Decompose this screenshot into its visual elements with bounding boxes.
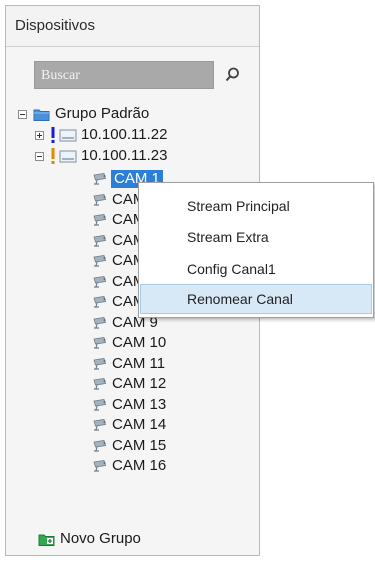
camera-label: CAM 11 [112,355,166,372]
dvr-device-icon [59,129,77,141]
group-label: Grupo Padrão [55,105,150,122]
camera-label: CAM 16 [112,457,167,474]
camera-icon [93,296,107,308]
tree-item-camera[interactable]: CAM 13 [91,395,166,415]
camera-icon [93,378,107,390]
camera-icon [93,460,107,472]
collapse-toggle[interactable] [35,151,44,161]
add-folder-icon [38,534,55,546]
camera-icon [93,358,107,370]
camera-icon [93,194,107,206]
tree-item-camera[interactable]: CAM 11 [91,354,165,374]
context-menu: Stream Principal Stream Extra Config Can… [138,182,374,318]
menu-item-stream-principal[interactable]: Stream Principal [140,191,372,221]
camera-label: CAM 12 [112,375,167,392]
tree-item-device[interactable]: 10.100.11.23 [35,146,167,166]
camera-icon [93,214,107,226]
search-button[interactable] [217,61,247,89]
camera-icon [93,419,107,431]
tree-item-camera[interactable]: CAM 15 [91,436,166,456]
status-alert-icon [51,127,55,143]
search-box [34,61,214,89]
search-input[interactable] [41,66,201,86]
camera-icon [93,399,107,411]
camera-icon [93,255,107,267]
device-label: 10.100.11.23 [81,147,168,164]
device-label: 10.100.11.22 [81,126,168,143]
camera-icon [93,317,107,329]
camera-icon [93,276,107,288]
camera-icon [93,440,107,452]
menu-item-config-canal[interactable]: Config Canal1 [140,254,372,284]
camera-label: CAM 15 [112,437,167,454]
tree-item-camera[interactable]: CAM 12 [91,374,166,394]
camera-icon [93,235,107,247]
camera-icon [93,337,107,349]
status-alert-icon [51,148,55,164]
tree-item-camera[interactable]: CAM 16 [91,456,166,476]
panel-header: Dispositivos [6,6,259,47]
panel-title: Dispositivos [15,17,96,34]
search-icon [225,67,239,82]
menu-item-renomear-canal[interactable]: Renomear Canal [140,284,372,314]
camera-icon [93,173,107,185]
tree-item-device[interactable]: 10.100.11.22 [35,125,167,145]
tree-item-group[interactable]: Grupo Padrão [18,104,149,124]
menu-item-stream-extra[interactable]: Stream Extra [140,222,372,252]
camera-label: CAM 14 [112,416,167,433]
new-group-label: Novo Grupo [60,530,141,547]
tree-item-camera[interactable]: CAM 10 [91,333,166,353]
folder-icon [33,109,50,121]
tree-item-camera[interactable]: CAM 14 [91,415,166,435]
camera-label: CAM 10 [112,334,167,351]
collapse-toggle[interactable] [18,109,27,119]
new-group-button[interactable]: Novo Grupo [38,529,141,549]
dvr-device-icon [59,150,77,162]
camera-label: CAM 13 [112,396,167,413]
expand-toggle[interactable] [35,130,44,140]
